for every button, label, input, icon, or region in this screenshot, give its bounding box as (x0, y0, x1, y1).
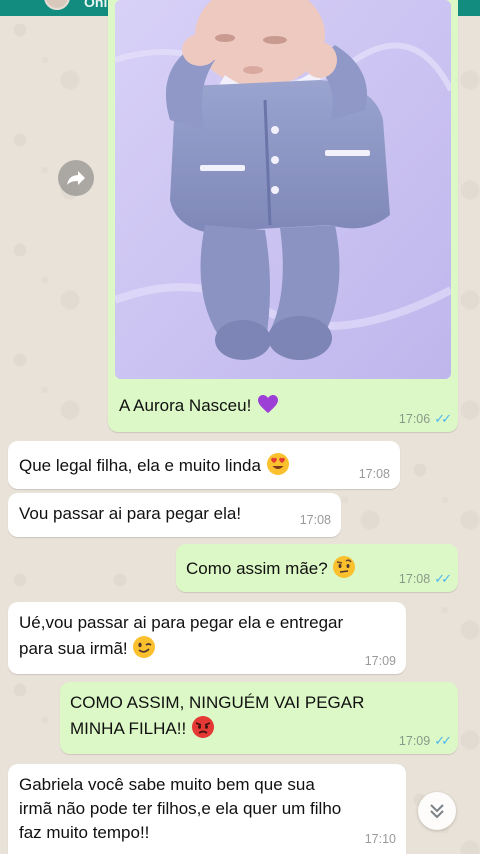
message-meta: 17:08 ✓✓ (398, 571, 452, 587)
message-incoming[interactable]: Que legal filha, ela e muito linda 17:08 (8, 441, 400, 489)
message-meta: 17:09 ✓✓ (398, 733, 452, 749)
wink-emoji-icon (133, 636, 156, 658)
caption-text: A Aurora Nasceu! (119, 396, 252, 415)
message-text-line: para sua irmã! (19, 635, 404, 661)
scroll-to-bottom-button[interactable] (418, 792, 456, 830)
message-meta: 17:08 (300, 513, 331, 527)
message-image-outgoing[interactable]: A Aurora Nasceu! 17:06 ✓✓ (108, 0, 458, 432)
message-text-content: Vou passar ai para pegar ela! (19, 504, 242, 523)
message-text: Vou passar ai para pegar ela! (19, 502, 241, 526)
message-incoming[interactable]: Gabriela você sabe muito bem que sua irm… (8, 764, 406, 854)
message-meta: 17:08 (359, 467, 390, 481)
message-text-line: MINHA FILHA!! (70, 715, 364, 741)
timestamp: 17:08 (299, 513, 331, 527)
raised-eyebrow-emoji-icon (333, 556, 356, 578)
message-text-line: Gabriela você sabe muito bem que sua (19, 775, 315, 794)
message-incoming[interactable]: Ué,vou passar ai para pegar ela e entreg… (8, 602, 406, 674)
message-text-line: faz muito tempo!! (19, 823, 150, 842)
double-check-icon: ✓✓ (434, 571, 452, 586)
message-meta: 17:06 ✓✓ (398, 411, 452, 427)
forward-arrow-icon (67, 171, 85, 185)
message-incoming[interactable]: Vou passar ai para pegar ela! 17:08 (8, 493, 341, 537)
message-text-content: Como assim mãe? (186, 559, 328, 578)
timestamp: 17:10 (364, 832, 396, 846)
timestamp: 17:08 (398, 572, 431, 586)
message-outgoing[interactable]: COMO ASSIM, NINGUÉM VAI PEGAR MINHA FILH… (60, 682, 458, 754)
double-check-icon: ✓✓ (434, 411, 452, 426)
message-text-content: Que legal filha, ela e muito linda (19, 456, 261, 475)
double-check-icon: ✓✓ (434, 733, 452, 748)
message-text: COMO ASSIM, NINGUÉM VAI PEGAR MINHA FILH… (70, 691, 364, 741)
timestamp: 17:06 (398, 412, 431, 426)
forward-button[interactable] (58, 160, 94, 196)
message-meta: 17:10 (365, 832, 396, 846)
message-outgoing[interactable]: Como assim mãe? 17:08 ✓✓ (176, 544, 458, 592)
message-text: Como assim mãe? (186, 555, 356, 581)
baby-photo-illustration (115, 0, 451, 379)
purple-heart-icon (258, 395, 279, 413)
timestamp: 17:08 (358, 467, 390, 481)
baby-photo[interactable] (115, 0, 451, 379)
timestamp: 17:09 (398, 734, 431, 748)
chevron-double-down-icon (430, 804, 444, 819)
angry-face-emoji-icon (191, 716, 214, 738)
message-text-line: irmã não pode ter filhos,e ela quer um f… (19, 799, 342, 818)
message-text: Que legal filha, ela e muito linda (19, 452, 290, 478)
message-text-content: MINHA FILHA!! (70, 719, 187, 738)
message-meta: 17:09 (365, 654, 396, 668)
message-text: Gabriela você sabe muito bem que sua irm… (19, 773, 409, 845)
message-text-content: para sua irmã! (19, 639, 128, 658)
message-text: Ué,vou passar ai para pegar ela e entreg… (19, 611, 404, 661)
message-text-line: COMO ASSIM, NINGUÉM VAI PEGAR (70, 693, 365, 712)
timestamp: 17:09 (364, 654, 396, 668)
message-text-line: Ué,vou passar ai para pegar ela e entreg… (19, 613, 344, 632)
image-caption: A Aurora Nasceu! (119, 392, 280, 418)
heart-eyes-emoji-icon (266, 453, 289, 475)
